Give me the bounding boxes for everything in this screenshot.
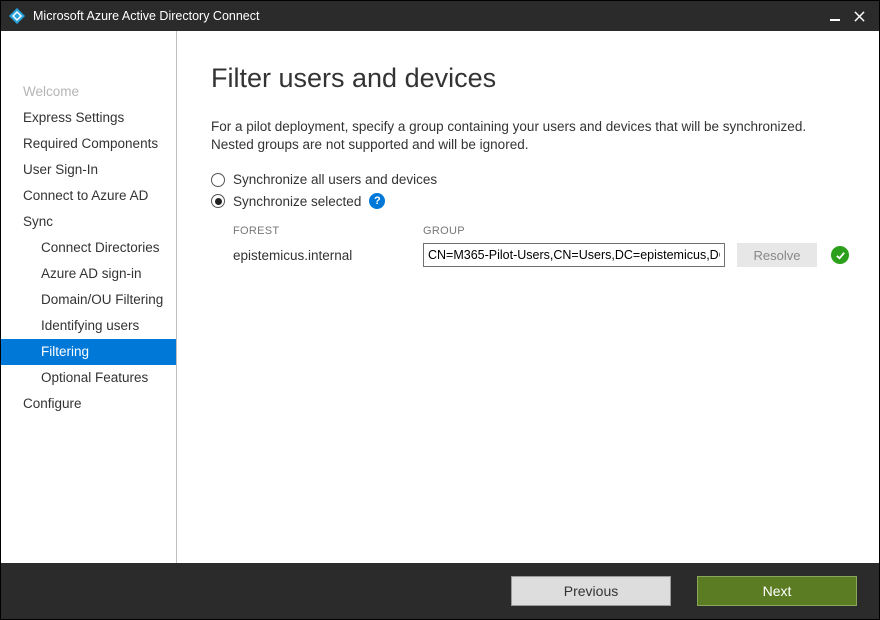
nav-user-signin[interactable]: User Sign-In (1, 157, 176, 183)
app-icon (9, 8, 25, 24)
col-header-forest: FOREST (233, 225, 423, 237)
radio-sync-all[interactable]: Synchronize all users and devices (211, 172, 849, 187)
minimize-button[interactable] (823, 4, 847, 28)
main-pane: Filter users and devices For a pilot dep… (177, 31, 879, 563)
columns-header: FOREST GROUP (233, 225, 849, 237)
page-heading: Filter users and devices (211, 63, 849, 94)
nav-azure-ad-signin[interactable]: Azure AD sign-in (1, 261, 176, 287)
radio-sync-all-label: Synchronize all users and devices (233, 172, 437, 187)
nav-filtering[interactable]: Filtering (1, 339, 176, 365)
resolve-button[interactable]: Resolve (737, 243, 817, 267)
filter-row: epistemicus.internal Resolve (233, 243, 849, 267)
radio-icon-checked (211, 194, 225, 208)
sidebar: Welcome Express Settings Required Compon… (1, 31, 177, 563)
next-button[interactable]: Next (697, 576, 857, 606)
previous-button[interactable]: Previous (511, 576, 671, 606)
page-description: For a pilot deployment, specify a group … (211, 118, 849, 154)
radio-sync-selected-label: Synchronize selected (233, 194, 361, 209)
nav-domain-ou-filtering[interactable]: Domain/OU Filtering (1, 287, 176, 313)
nav-sync[interactable]: Sync (1, 209, 176, 235)
help-icon[interactable]: ? (369, 193, 385, 209)
window-title: Microsoft Azure Active Directory Connect (33, 9, 823, 23)
forest-value: epistemicus.internal (233, 248, 423, 263)
close-button[interactable] (847, 4, 871, 28)
radio-sync-selected[interactable]: Synchronize selected ? (211, 193, 849, 209)
nav-required-components[interactable]: Required Components (1, 131, 176, 157)
footer: Previous Next (1, 563, 879, 619)
group-input[interactable] (423, 243, 725, 267)
window-root: Microsoft Azure Active Directory Connect… (0, 0, 880, 620)
nav-identifying-users[interactable]: Identifying users (1, 313, 176, 339)
body: Welcome Express Settings Required Compon… (1, 31, 879, 563)
nav-connect-azure-ad[interactable]: Connect to Azure AD (1, 183, 176, 209)
nav-express-settings[interactable]: Express Settings (1, 105, 176, 131)
nav-connect-directories[interactable]: Connect Directories (1, 235, 176, 261)
success-check-icon (831, 246, 849, 264)
col-header-group: GROUP (423, 225, 849, 237)
radio-icon-unchecked (211, 173, 225, 187)
nav-welcome[interactable]: Welcome (1, 79, 176, 105)
nav-configure[interactable]: Configure (1, 391, 176, 417)
titlebar: Microsoft Azure Active Directory Connect (1, 1, 879, 31)
nav-optional-features[interactable]: Optional Features (1, 365, 176, 391)
